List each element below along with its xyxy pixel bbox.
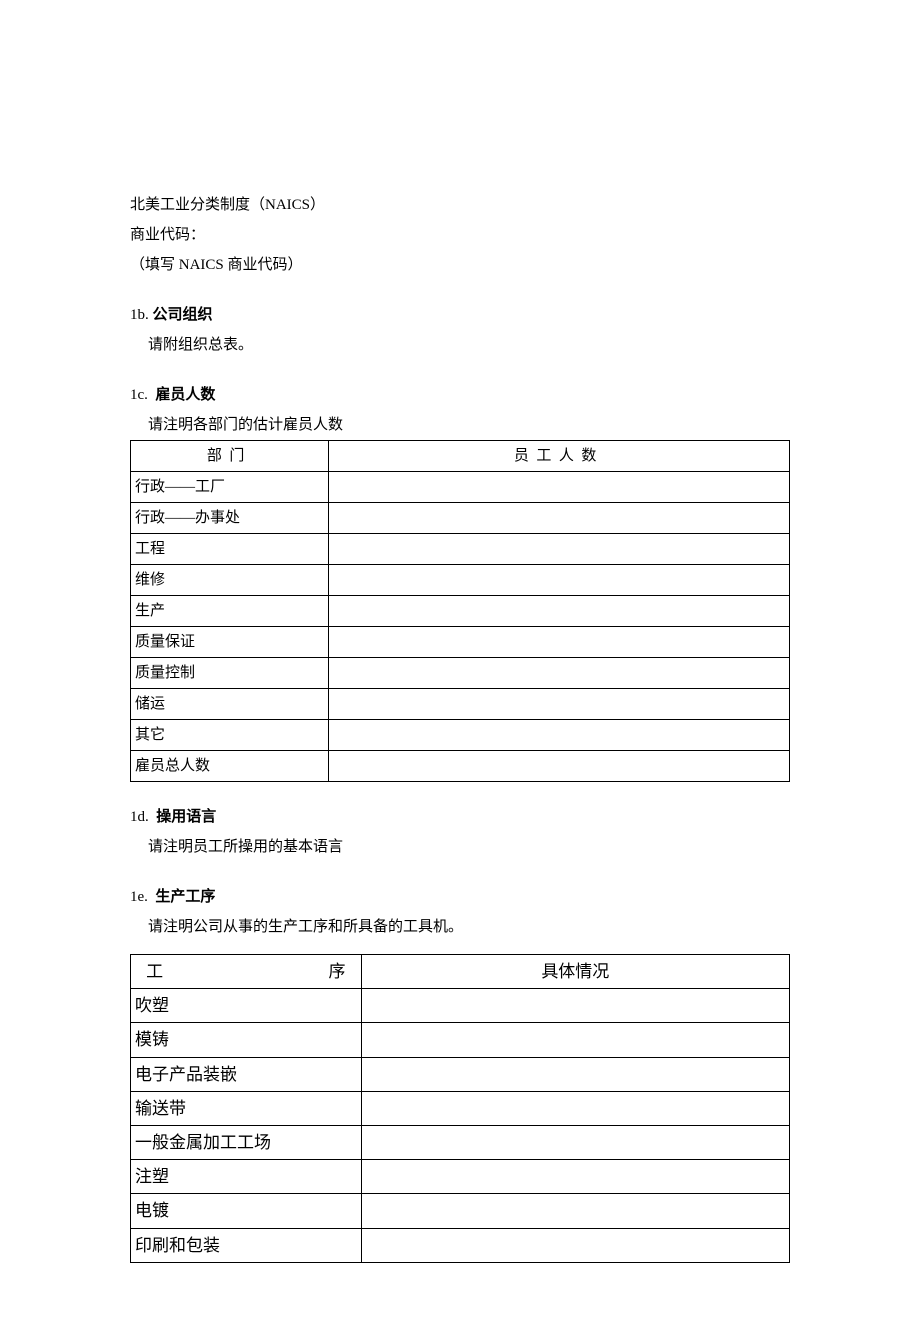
heading-1c-num: 1c.	[130, 380, 148, 410]
heading-1d-num: 1d.	[130, 802, 149, 832]
table-row: 注塑	[131, 1160, 790, 1194]
cell-value	[361, 989, 789, 1023]
section-1e: 1e. 生产工序 请注明公司从事的生产工序和所具备的工具机。 工序 具体情况 吹…	[130, 882, 790, 1263]
table-row: 生产	[131, 596, 790, 627]
table-row: 工序 具体情况	[131, 955, 790, 989]
cell-value	[361, 1091, 789, 1125]
cell-dept: 工程	[131, 534, 329, 565]
cell-value	[361, 1160, 789, 1194]
table-row: 维修	[131, 565, 790, 596]
heading-1e-num: 1e.	[130, 882, 148, 912]
cell-value	[328, 689, 789, 720]
cell-dept: 维修	[131, 565, 329, 596]
table-row: 其它	[131, 720, 790, 751]
section-1b: 1b. 公司组织 请附组织总表。	[130, 300, 790, 360]
cell-value	[328, 565, 789, 596]
cell-process: 电镀	[131, 1194, 362, 1228]
heading-1e-title: 生产工序	[155, 889, 215, 905]
cell-value	[328, 472, 789, 503]
th-headcount: 员工人数	[328, 441, 789, 472]
cell-dept: 雇员总人数	[131, 751, 329, 782]
cell-process: 印刷和包装	[131, 1228, 362, 1262]
table-row: 行政——工厂	[131, 472, 790, 503]
cell-value	[361, 1194, 789, 1228]
cell-value	[328, 503, 789, 534]
cell-value	[361, 1125, 789, 1159]
table-row: 工程	[131, 534, 790, 565]
page: 北美工业分类制度（NAICS） 商业代码： （填写 NAICS 商业代码） 1b…	[0, 0, 920, 1343]
cell-process: 模铸	[131, 1023, 362, 1057]
heading-1b: 1b. 公司组织	[130, 300, 790, 330]
heading-1b-num: 1b.	[130, 300, 149, 330]
cell-value	[361, 1228, 789, 1262]
table-row: 质量保证	[131, 627, 790, 658]
heading-1c-title: 雇员人数	[155, 387, 215, 403]
table-employees: 部门 员工人数 行政——工厂 行政——办事处 工程 维修 生产 质量保证 质量控…	[130, 440, 790, 782]
cell-process: 注塑	[131, 1160, 362, 1194]
cell-dept: 行政——办事处	[131, 503, 329, 534]
th-department: 部门	[131, 441, 329, 472]
table-row: 储运	[131, 689, 790, 720]
table-row: 吹塑	[131, 989, 790, 1023]
cell-value	[328, 751, 789, 782]
cell-value	[328, 627, 789, 658]
table-row: 行政——办事处	[131, 503, 790, 534]
cell-value	[328, 596, 789, 627]
table-row: 雇员总人数	[131, 751, 790, 782]
cell-process: 输送带	[131, 1091, 362, 1125]
table-row: 输送带	[131, 1091, 790, 1125]
heading-1c: 1c. 雇员人数	[130, 380, 790, 410]
th-process: 工序	[131, 955, 362, 989]
cell-dept: 生产	[131, 596, 329, 627]
naics-line-1: 北美工业分类制度（NAICS）	[130, 190, 790, 220]
cell-process: 一般金属加工工场	[131, 1125, 362, 1159]
naics-line-3: （填写 NAICS 商业代码）	[130, 250, 790, 280]
body-1d: 请注明员工所操用的基本语言	[130, 832, 790, 862]
heading-1d: 1d. 操用语言	[130, 802, 790, 832]
cell-value	[361, 1057, 789, 1091]
heading-1e: 1e. 生产工序	[130, 882, 790, 912]
table-row: 模铸	[131, 1023, 790, 1057]
table-row: 质量控制	[131, 658, 790, 689]
naics-line-2: 商业代码：	[130, 220, 790, 250]
body-1b: 请附组织总表。	[130, 330, 790, 360]
th-detail: 具体情况	[361, 955, 789, 989]
cell-process: 吹塑	[131, 989, 362, 1023]
cell-dept: 其它	[131, 720, 329, 751]
body-1e: 请注明公司从事的生产工序和所具备的工具机。	[130, 912, 790, 942]
table-row: 印刷和包装	[131, 1228, 790, 1262]
table-row: 电镀	[131, 1194, 790, 1228]
heading-1b-title: 公司组织	[153, 307, 213, 323]
cell-dept: 行政——工厂	[131, 472, 329, 503]
cell-dept: 储运	[131, 689, 329, 720]
section-1d: 1d. 操用语言 请注明员工所操用的基本语言	[130, 802, 790, 862]
table-row: 部门 员工人数	[131, 441, 790, 472]
cell-value	[328, 720, 789, 751]
section-1c: 1c. 雇员人数 请注明各部门的估计雇员人数 部门 员工人数 行政——工厂 行政…	[130, 380, 790, 782]
cell-value	[328, 534, 789, 565]
cell-dept: 质量保证	[131, 627, 329, 658]
cell-value	[361, 1023, 789, 1057]
table-processes: 工序 具体情况 吹塑 模铸 电子产品装嵌 输送带 一般金属加工工场 注塑 电镀 …	[130, 954, 790, 1263]
table-row: 电子产品装嵌	[131, 1057, 790, 1091]
cell-dept: 质量控制	[131, 658, 329, 689]
body-1c: 请注明各部门的估计雇员人数	[130, 410, 790, 440]
table-row: 一般金属加工工场	[131, 1125, 790, 1159]
cell-value	[328, 658, 789, 689]
naics-block: 北美工业分类制度（NAICS） 商业代码： （填写 NAICS 商业代码）	[130, 190, 790, 280]
cell-process: 电子产品装嵌	[131, 1057, 362, 1091]
heading-1d-title: 操用语言	[156, 809, 216, 825]
